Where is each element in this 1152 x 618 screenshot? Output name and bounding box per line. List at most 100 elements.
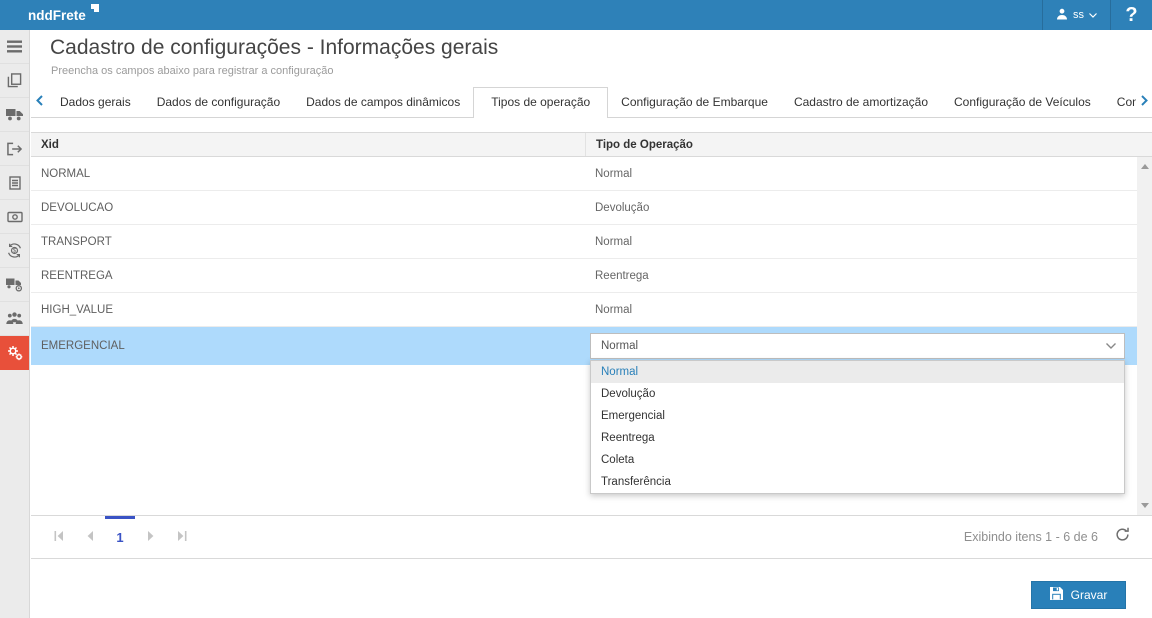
banknote-icon [7,211,23,223]
chevron-down-icon [1089,9,1097,21]
topbar: nddFrete ss ? [0,0,1152,30]
chevron-right-icon [1141,93,1148,111]
tipo-operacao-dropdown-list: NormalDevoluçãoEmergencialReentregaColet… [590,360,1125,494]
cell-xid: NORMAL [31,168,585,180]
table-row[interactable]: DEVOLUCAODevolução [31,191,1137,225]
last-page-button[interactable] [166,516,197,558]
tabstrip: Dados geraisDados de configuraçãoDados d… [31,87,1152,118]
cell-tipo: Normal [585,236,1137,248]
table-row[interactable]: HIGH_VALUENormal [31,293,1137,327]
app-logo: nddFrete [28,8,99,23]
tabs-scroll-right-button[interactable] [1136,87,1152,117]
scroll-down-icon[interactable] [1137,498,1152,513]
copy-pages-icon [7,73,22,88]
prev-page-icon [86,528,94,546]
user-menu[interactable]: ss [1042,0,1110,30]
next-page-button[interactable] [135,516,166,558]
prev-page-button[interactable] [74,516,105,558]
next-page-icon [147,528,155,546]
save-button-label: Gravar [1071,588,1108,602]
column-header-tipo-de-operacao[interactable]: Tipo de Operação [585,133,1152,156]
money-sync-icon: $ [7,243,22,258]
refresh-button[interactable] [1115,527,1130,547]
pager-status: Exibindo itens 1 - 6 de 6 [964,530,1098,544]
logo-flag-icon [91,4,99,12]
sidebar-item-copy-pages[interactable] [0,64,29,98]
save-button[interactable]: Gravar [1031,581,1126,609]
help-button[interactable]: ? [1110,0,1152,30]
tabs-viewport: Dados geraisDados de configuraçãoDados d… [47,87,1138,118]
tab-dados-de-campos-dinamicos[interactable]: Dados de campos dinâmicos [293,87,473,117]
sidebar-item-users[interactable] [0,302,29,336]
cell-xid: TRANSPORT [31,236,585,248]
tab-tipos-de-operacao[interactable]: Tipos de operação [473,87,608,118]
page-title: Cadastro de configurações - Informações … [50,36,498,60]
exit-arrow-icon [7,142,22,156]
grid-header: Xid Tipo de Operação [31,132,1152,157]
pager: 1 Exibindo itens 1 - 6 de 6 [31,515,1152,559]
document-icon [9,176,21,190]
floppy-icon [1050,587,1063,603]
cell-xid: EMERGENCIAL [31,340,585,352]
person-icon [1056,8,1068,23]
sidebar-item-banknote[interactable] [0,200,29,234]
tipo-operacao-select[interactable]: Normal [590,333,1125,359]
dropdown-option-transferencia[interactable]: Transferência [591,471,1124,493]
grid-body: NORMALNormalDEVOLUCAODevoluçãoTRANSPORTN… [31,157,1152,515]
page-subtitle: Preencha os campos abaixo para registrar… [51,65,334,77]
page-number-1[interactable]: 1 [105,516,135,558]
dropdown-option-devolucao[interactable]: Devolução [591,383,1124,405]
user-label: ss [1073,9,1084,21]
tab-configuracao-de-embarque[interactable]: Configuração de Embarque [608,87,781,117]
cell-tipo: Reentrega [585,270,1137,282]
sidebar-item-truck[interactable] [0,98,29,132]
cell-xid: DEVOLUCAO [31,202,585,214]
cell-tipo-editor: Normal [585,333,1137,359]
column-header-xid[interactable]: Xid [31,133,585,156]
first-page-button[interactable] [43,516,74,558]
chevron-left-icon [36,93,43,111]
sidebar-item-menu[interactable] [0,30,29,64]
select-value: Normal [591,340,1098,352]
topbar-right: ss ? [1042,0,1152,30]
first-page-icon [54,528,64,546]
gears-icon [7,345,23,361]
sidebar-item-money-sync[interactable]: $ [0,234,29,268]
dropdown-option-reentrega[interactable]: Reentrega [591,427,1124,449]
last-page-icon [177,528,187,546]
sidebar: $ [0,30,30,618]
dropdown-option-emergencial[interactable]: Emergencial [591,405,1124,427]
table-row[interactable]: NORMALNormal [31,157,1137,191]
table-row[interactable]: TRANSPORTNormal [31,225,1137,259]
sidebar-item-document[interactable] [0,166,29,200]
sidebar-item-gears[interactable] [0,336,29,370]
truck-gear-icon [6,278,23,292]
question-mark-icon: ? [1125,4,1137,27]
dropdown-option-normal[interactable]: Normal [591,361,1124,383]
tab-dados-de-configuracao[interactable]: Dados de configuração [144,87,293,117]
refresh-icon [1115,527,1130,547]
tabs-scroll-left-button[interactable] [31,87,47,117]
dropdown-option-coleta[interactable]: Coleta [591,449,1124,471]
tab-dados-gerais[interactable]: Dados gerais [47,87,144,117]
cell-xid: REENTREGA [31,270,585,282]
main-content: Cadastro de configurações - Informações … [31,30,1152,618]
truck-icon [6,108,23,121]
tab-comandos-de-i[interactable]: Comandos de i [1104,87,1138,117]
sidebar-item-truck-gear[interactable] [0,268,29,302]
cell-tipo: Normal [585,304,1137,316]
tab-configuracao-de-veiculos[interactable]: Configuração de Veículos [941,87,1104,117]
app-logo-text: nddFrete [28,8,86,23]
sidebar-item-exit-arrow[interactable] [0,132,29,166]
select-chevron-down-icon [1098,343,1124,349]
menu-icon [7,40,22,53]
grid-rows-normal: NORMALNormalDEVOLUCAODevoluçãoTRANSPORTN… [31,157,1137,327]
cell-tipo: Normal [585,168,1137,180]
cell-tipo: Devolução [585,202,1137,214]
users-icon [6,312,23,325]
table-row[interactable]: REENTREGAReentrega [31,259,1137,293]
tab-cadastro-de-amortizacao[interactable]: Cadastro de amortização [781,87,941,117]
cell-xid: HIGH_VALUE [31,304,585,316]
scroll-up-icon[interactable] [1137,159,1152,174]
vertical-scrollbar[interactable] [1137,157,1152,515]
